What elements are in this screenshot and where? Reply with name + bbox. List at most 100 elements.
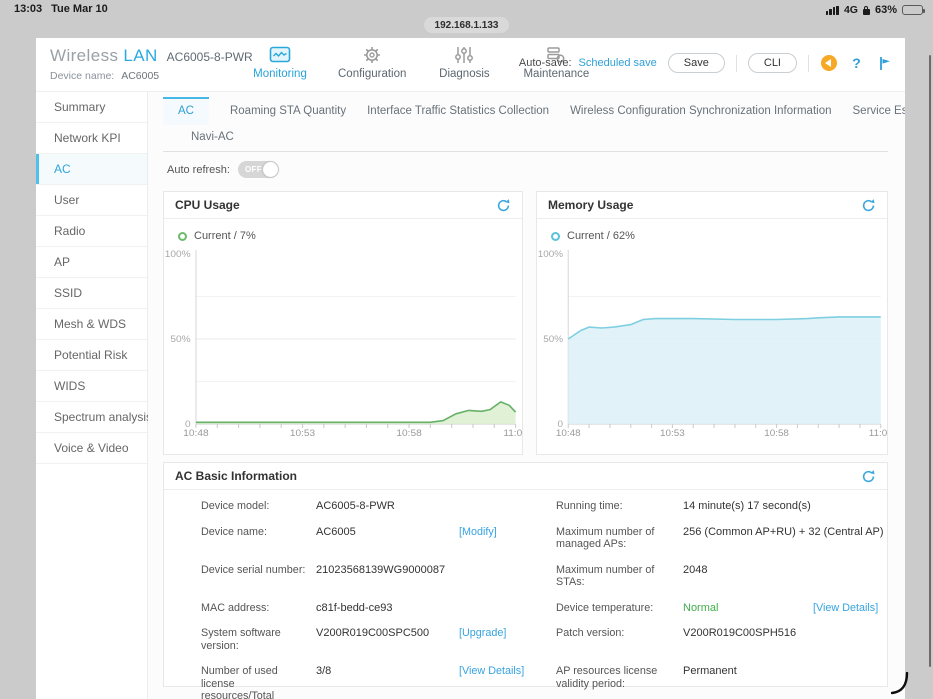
device-model-title: AC6005-8-PWR xyxy=(166,50,253,64)
header-actions: Auto-save: Scheduled save Save CLI ? xyxy=(519,53,893,73)
autosave-label: Auto-save: xyxy=(518,57,572,69)
cpu-legend-ring xyxy=(178,231,187,241)
info-label: Device temperature: xyxy=(556,601,654,614)
basic-info-rows: Device model: AC6005-8-PWR Running time: 14… xyxy=(164,490,887,699)
app-window: Wireless LAN AC6005-8-PWR Device name: AC60… xyxy=(36,38,905,699)
sidebar-item-spectrum-analysis[interactable]: Spectrum analysis xyxy=(36,402,152,433)
auto-refresh-state: OFF xyxy=(244,165,262,174)
memory-usage-card: Memory Usage Current / 62% 100% 50% 0 10:48… xyxy=(536,191,888,455)
svg-text:10:58: 10:58 xyxy=(396,428,422,439)
sidebar-item-potential-risk[interactable]: Potential Risk xyxy=(36,340,147,371)
memory-legend-label: Current / 62% xyxy=(567,230,635,242)
sidebar-item-user[interactable]: User xyxy=(36,185,147,216)
status-time-date: 13:03 Tue Mar 10 xyxy=(14,3,108,15)
sidebar-item-ssid[interactable]: SSID xyxy=(36,278,147,309)
status-date: Tue Mar 10 xyxy=(51,3,108,15)
cpu-legend-label: Current / 7% xyxy=(194,230,256,242)
info-link[interactable]: [View Details] xyxy=(813,602,878,615)
sidebar-item-wids[interactable]: WIDS xyxy=(36,371,147,402)
sidebar: Summary Network KPI AC User Radio AP SSID Mesh … xyxy=(36,92,152,699)
svg-text:100%: 100% xyxy=(538,249,564,260)
memory-usage-chart: 100%50%010:4810:5310:5811:03 xyxy=(538,249,887,439)
app-header: Wireless LAN AC6005-8-PWR Device name: AC60… xyxy=(36,38,905,92)
info-value: V200R019C00SPH516 xyxy=(683,627,797,639)
svg-text:10:58: 10:58 xyxy=(764,428,789,439)
signal-strength-icon xyxy=(825,5,839,15)
tab-navi-ac[interactable]: Navi-AC xyxy=(191,125,888,149)
nav-monitoring[interactable]: Monitoring xyxy=(246,45,314,80)
info-link[interactable]: [Modify] xyxy=(459,526,556,539)
info-value: 21023568139WG9000087 xyxy=(316,563,446,576)
save-button[interactable]: Save xyxy=(667,53,725,73)
cpu-legend: Current / 7% xyxy=(178,230,522,242)
info-label: Device serial number: xyxy=(201,563,306,576)
nav-diagnosis-label: Diagnosis xyxy=(439,68,490,80)
cpu-usage-chart: 100%50%010:4810:5310:5811:03 xyxy=(165,249,522,439)
ink-stroke xyxy=(891,672,909,695)
info-row: System software version: V200R019C00SPC50… xyxy=(201,620,875,658)
info-label: Device model: xyxy=(201,500,270,512)
tab-roaming-sta-quantity[interactable]: Roaming STA Quantity xyxy=(230,97,346,125)
auto-refresh-toggle[interactable]: OFF xyxy=(237,161,279,178)
help-icon[interactable]: ? xyxy=(848,55,865,72)
info-label: AP resources license validity period: xyxy=(556,665,658,690)
tab-ac[interactable]: AC xyxy=(163,97,209,125)
nav-configuration[interactable]: Configuration xyxy=(338,45,406,80)
info-link[interactable]: [View Details] xyxy=(459,665,556,678)
sidebar-item-voice-video[interactable]: Voice & Video xyxy=(36,433,147,464)
sidebar-item-ap[interactable]: AP xyxy=(36,247,147,278)
info-label: Maximum number of managed APs: xyxy=(556,525,655,551)
battery-percent: 63% xyxy=(874,4,897,16)
main-content: AC Roaming STA Quantity Interface Traffic … xyxy=(148,92,905,699)
info-value: 2048 xyxy=(683,563,708,576)
info-row: Device name: AC6005 [Modify] Maximum number… xyxy=(201,519,884,557)
info-label: Maximum number of STAs: xyxy=(556,563,655,589)
sidebar-item-ac[interactable]: AC xyxy=(36,154,147,185)
autosave-value-link[interactable]: Scheduled save xyxy=(579,57,657,69)
sidebar-item-summary[interactable]: Summary xyxy=(36,92,147,123)
divider xyxy=(808,54,809,72)
basic-info-title: AC Basic Information xyxy=(175,469,298,483)
info-row: MAC address: c81f-bedd-ce93 Device tempera… xyxy=(201,595,878,621)
svg-text:100%: 100% xyxy=(165,249,191,260)
info-link[interactable]: [Upgrade] xyxy=(459,627,556,640)
refresh-icon[interactable] xyxy=(496,198,511,213)
monitoring-icon xyxy=(269,45,291,65)
sidebar-item-mesh-wds[interactable]: Mesh & WDS xyxy=(36,309,147,340)
info-value: V200R019C00SPC500 xyxy=(316,627,430,639)
sidebar-item-network-kpi[interactable]: Network KPI xyxy=(36,123,147,154)
info-value: c81f-bedd-ce93 xyxy=(316,601,393,614)
svg-text:50%: 50% xyxy=(170,334,191,345)
info-value: Permanent xyxy=(683,665,737,677)
network-type: 4G xyxy=(843,4,858,16)
nav-monitoring-label: Monitoring xyxy=(253,68,307,80)
info-value: 256 (Common AP+RU) + 32 (Central AP) xyxy=(683,525,884,538)
memory-card-title: Memory Usage xyxy=(548,198,634,212)
device-name-label: Device name: xyxy=(50,70,115,82)
tab-interface-traffic-statistics-collection[interactable]: Interface Traffic Statistics Collection xyxy=(367,97,549,125)
info-row: Device model: AC6005-8-PWR Running time: 14… xyxy=(201,493,875,519)
lock-icon xyxy=(862,5,870,15)
flag-icon[interactable] xyxy=(876,55,893,72)
tab-row-2: Navi-AC xyxy=(163,125,888,151)
ac-basic-information-card: AC Basic Information Device model: AC6005… xyxy=(163,462,888,699)
sidebar-item-radio[interactable]: Radio xyxy=(36,216,147,247)
info-value: 3/8 xyxy=(316,665,332,677)
memory-legend-ring xyxy=(551,231,560,241)
auto-refresh-label: Auto refresh: xyxy=(167,163,230,176)
tab-service-escape[interactable]: Service Escape xyxy=(853,97,906,125)
refresh-icon[interactable] xyxy=(861,469,876,484)
cli-button[interactable]: CLI xyxy=(747,53,797,73)
gear-icon xyxy=(362,45,382,65)
back-circle-icon[interactable] xyxy=(820,55,837,72)
address-pill[interactable]: 192.168.1.133 xyxy=(423,17,510,33)
nav-diagnosis[interactable]: Diagnosis xyxy=(430,45,498,80)
brand-wireless: Wireless xyxy=(50,46,119,65)
info-label: MAC address: xyxy=(201,601,270,614)
tab-wireless-configuration-synchronization-information[interactable]: Wireless Configuration Synchronization I… xyxy=(570,97,831,125)
refresh-icon[interactable] xyxy=(861,198,876,213)
tabs: AC Roaming STA Quantity Interface Traffic … xyxy=(163,97,905,152)
svg-text:10:53: 10:53 xyxy=(660,428,685,439)
status-time: 13:03 xyxy=(14,3,43,15)
scrollbar-thumb[interactable] xyxy=(929,55,931,667)
